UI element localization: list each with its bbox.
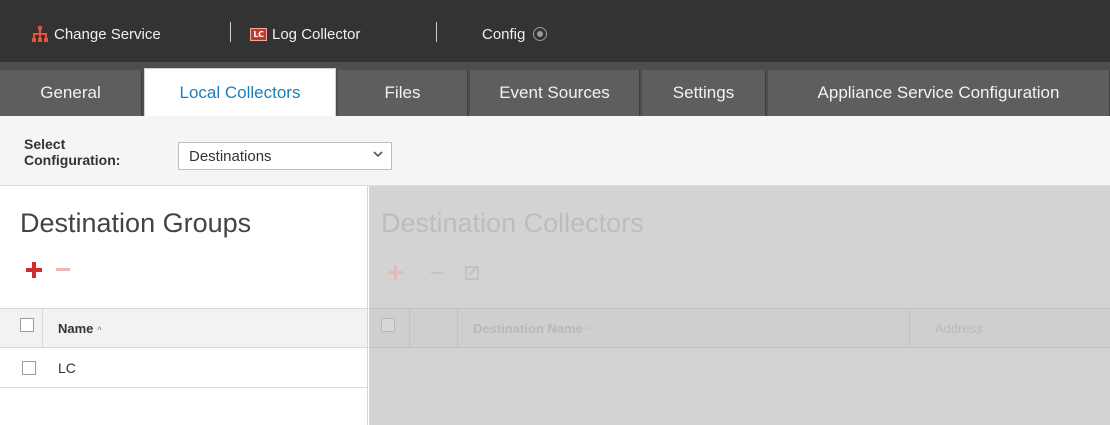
name-column-header[interactable]: Name ^ bbox=[58, 321, 102, 336]
tab-files[interactable]: Files bbox=[338, 70, 468, 116]
destination-collectors-title: Destination Collectors bbox=[381, 208, 644, 238]
sort-ascending-icon: ^ bbox=[586, 325, 592, 335]
edit-icon bbox=[465, 266, 479, 280]
column-divider bbox=[909, 309, 910, 348]
configuration-select-value: Destinations bbox=[189, 147, 272, 165]
service-tree-icon bbox=[32, 26, 48, 42]
tab-appliance-service-configuration[interactable]: Appliance Service Configuration bbox=[768, 70, 1110, 116]
address-column-header: Address bbox=[935, 321, 983, 336]
row-checkbox[interactable] bbox=[22, 361, 36, 375]
select-all-checkbox[interactable] bbox=[20, 318, 34, 332]
row-name: LC bbox=[58, 360, 76, 376]
config-menu[interactable]: Config bbox=[482, 24, 548, 44]
top-bar: Change Service LC Log Collector Config bbox=[0, 0, 1110, 62]
change-service-label: Change Service bbox=[54, 25, 161, 43]
log-collector-service[interactable]: LC Log Collector bbox=[250, 24, 360, 44]
topbar-divider bbox=[230, 22, 231, 42]
configuration-select[interactable]: Destinations bbox=[178, 142, 392, 170]
log-collector-icon: LC bbox=[250, 27, 267, 41]
tab-label: General bbox=[40, 83, 101, 102]
destination-collectors-panel: Destination Collectors Destination Name ^… bbox=[369, 186, 1110, 425]
configuration-bar: Select Configuration: Destinations bbox=[0, 116, 1110, 186]
tab-label: Event Sources bbox=[499, 83, 610, 102]
minus-icon[interactable] bbox=[56, 268, 70, 271]
tab-label: Settings bbox=[672, 83, 735, 102]
groups-table-header: Name ^ bbox=[0, 308, 367, 348]
column-divider bbox=[42, 309, 43, 348]
topbar-divider bbox=[436, 22, 437, 42]
destination-groups-title: Destination Groups bbox=[20, 208, 252, 238]
tab-strip: General Local Collectors Files Event Sou… bbox=[0, 62, 1110, 116]
select-all-checkbox bbox=[381, 318, 395, 332]
tab-settings[interactable]: Settings bbox=[642, 70, 766, 116]
column-divider bbox=[409, 309, 410, 348]
collectors-table-header: Destination Name ^ Address bbox=[369, 308, 1110, 348]
select-configuration-label: Select Configuration: bbox=[24, 136, 121, 168]
chevron-down-icon bbox=[373, 149, 383, 162]
tab-label: Files bbox=[384, 83, 421, 102]
tab-general[interactable]: General bbox=[0, 70, 142, 116]
table-row[interactable]: LC bbox=[0, 348, 367, 388]
log-collector-label: Log Collector bbox=[272, 25, 361, 43]
sort-ascending-icon: ^ bbox=[97, 325, 102, 335]
destination-name-column-header: Destination Name ^ bbox=[473, 321, 592, 336]
column-divider bbox=[457, 309, 458, 348]
tab-label: Local Collectors bbox=[179, 82, 301, 102]
destination-groups-panel: Destination Groups Name ^ LC bbox=[0, 186, 368, 425]
config-label: Config bbox=[482, 25, 526, 43]
dropdown-circle-icon[interactable] bbox=[533, 27, 548, 41]
change-service-button[interactable]: Change Service bbox=[32, 24, 161, 44]
plus-icon[interactable] bbox=[26, 262, 42, 278]
tab-label: Appliance Service Configuration bbox=[817, 83, 1060, 102]
plus-icon bbox=[389, 266, 403, 280]
tab-event-sources[interactable]: Event Sources bbox=[470, 70, 640, 116]
minus-icon bbox=[431, 272, 443, 274]
tab-local-collectors[interactable]: Local Collectors bbox=[144, 68, 336, 116]
